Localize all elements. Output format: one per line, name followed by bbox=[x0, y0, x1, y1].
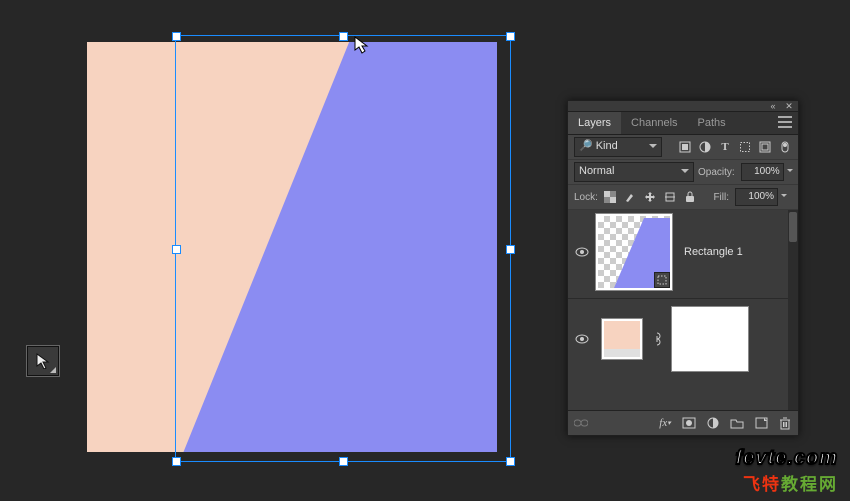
layer-thumb[interactable] bbox=[602, 319, 642, 359]
layer-fx-icon[interactable]: fx▾ bbox=[658, 416, 672, 430]
scrollbar[interactable] bbox=[788, 210, 798, 410]
lock-transparency-icon[interactable] bbox=[602, 190, 618, 204]
tab-channels[interactable]: Channels bbox=[621, 112, 687, 134]
link-layers-icon[interactable] bbox=[574, 416, 588, 430]
layer-mask-icon[interactable] bbox=[682, 416, 696, 430]
transform-handle-ne[interactable] bbox=[506, 32, 515, 41]
blend-mode-value: Normal bbox=[579, 165, 614, 177]
canvas[interactable] bbox=[87, 42, 497, 452]
filter-kind-label: Kind bbox=[596, 140, 618, 152]
lock-move-icon[interactable] bbox=[642, 190, 658, 204]
watermark-text-a: 飞特 bbox=[743, 475, 781, 494]
link-icon[interactable] bbox=[650, 332, 664, 346]
delete-layer-icon[interactable] bbox=[778, 416, 792, 430]
transform-handle-se[interactable] bbox=[506, 457, 515, 466]
tab-layers[interactable]: Layers bbox=[568, 112, 621, 134]
transform-handle-s[interactable] bbox=[339, 457, 348, 466]
fill-label: Fill: bbox=[713, 192, 729, 203]
filter-smart-icon[interactable] bbox=[758, 140, 772, 154]
watermark: fevte.com 飞特教程网 bbox=[736, 447, 838, 495]
blend-mode-select[interactable]: Normal bbox=[574, 162, 694, 182]
rectangle-shape[interactable] bbox=[87, 42, 497, 452]
filter-kind-select[interactable]: 🔎Kind bbox=[574, 137, 662, 157]
path-selection-tool[interactable] bbox=[27, 346, 59, 376]
collapse-icon[interactable]: « bbox=[768, 102, 778, 110]
lock-all-icon[interactable] bbox=[682, 190, 698, 204]
fill-input[interactable]: 100% bbox=[735, 188, 778, 206]
layer-row[interactable]: Rectangle 1 bbox=[568, 210, 798, 294]
layer-name[interactable]: Rectangle 1 bbox=[684, 246, 743, 258]
lock-label: Lock: bbox=[574, 192, 598, 203]
layers-panel: « ✕ Layers Channels Paths 🔎Kind T Normal… bbox=[567, 100, 799, 436]
visibility-eye-icon[interactable] bbox=[574, 331, 590, 347]
transform-handle-nw[interactable] bbox=[172, 32, 181, 41]
watermark-text-b: 教程网 bbox=[781, 475, 838, 494]
lock-artboard-icon[interactable] bbox=[662, 190, 678, 204]
layer-row[interactable] bbox=[568, 303, 798, 375]
new-layer-icon[interactable] bbox=[754, 416, 768, 430]
transform-handle-n[interactable] bbox=[339, 32, 348, 41]
filter-shape-icon[interactable] bbox=[738, 140, 752, 154]
filter-pixel-icon[interactable] bbox=[678, 140, 692, 154]
visibility-eye-icon[interactable] bbox=[574, 244, 590, 260]
filter-type-icon[interactable]: T bbox=[718, 140, 732, 154]
layers-list: Rectangle 1 bbox=[568, 210, 798, 411]
new-group-icon[interactable] bbox=[730, 416, 744, 430]
tab-paths[interactable]: Paths bbox=[688, 112, 736, 134]
opacity-input[interactable]: 100% bbox=[741, 163, 784, 181]
lock-paint-icon[interactable] bbox=[622, 190, 638, 204]
shape-badge-icon bbox=[654, 272, 670, 288]
filter-adjustment-icon[interactable] bbox=[698, 140, 712, 154]
filter-toggle-icon[interactable] bbox=[778, 140, 792, 154]
watermark-url: fevte.com bbox=[736, 447, 838, 470]
transform-handle-sw[interactable] bbox=[172, 457, 181, 466]
panel-menu-icon[interactable] bbox=[778, 116, 792, 128]
adjustment-layer-icon[interactable] bbox=[706, 416, 720, 430]
close-icon[interactable]: ✕ bbox=[784, 102, 794, 110]
layer-thumb[interactable] bbox=[596, 214, 672, 290]
transform-handle-e[interactable] bbox=[506, 245, 515, 254]
layer-mask-thumb[interactable] bbox=[672, 307, 748, 371]
opacity-label: Opacity: bbox=[698, 167, 735, 178]
